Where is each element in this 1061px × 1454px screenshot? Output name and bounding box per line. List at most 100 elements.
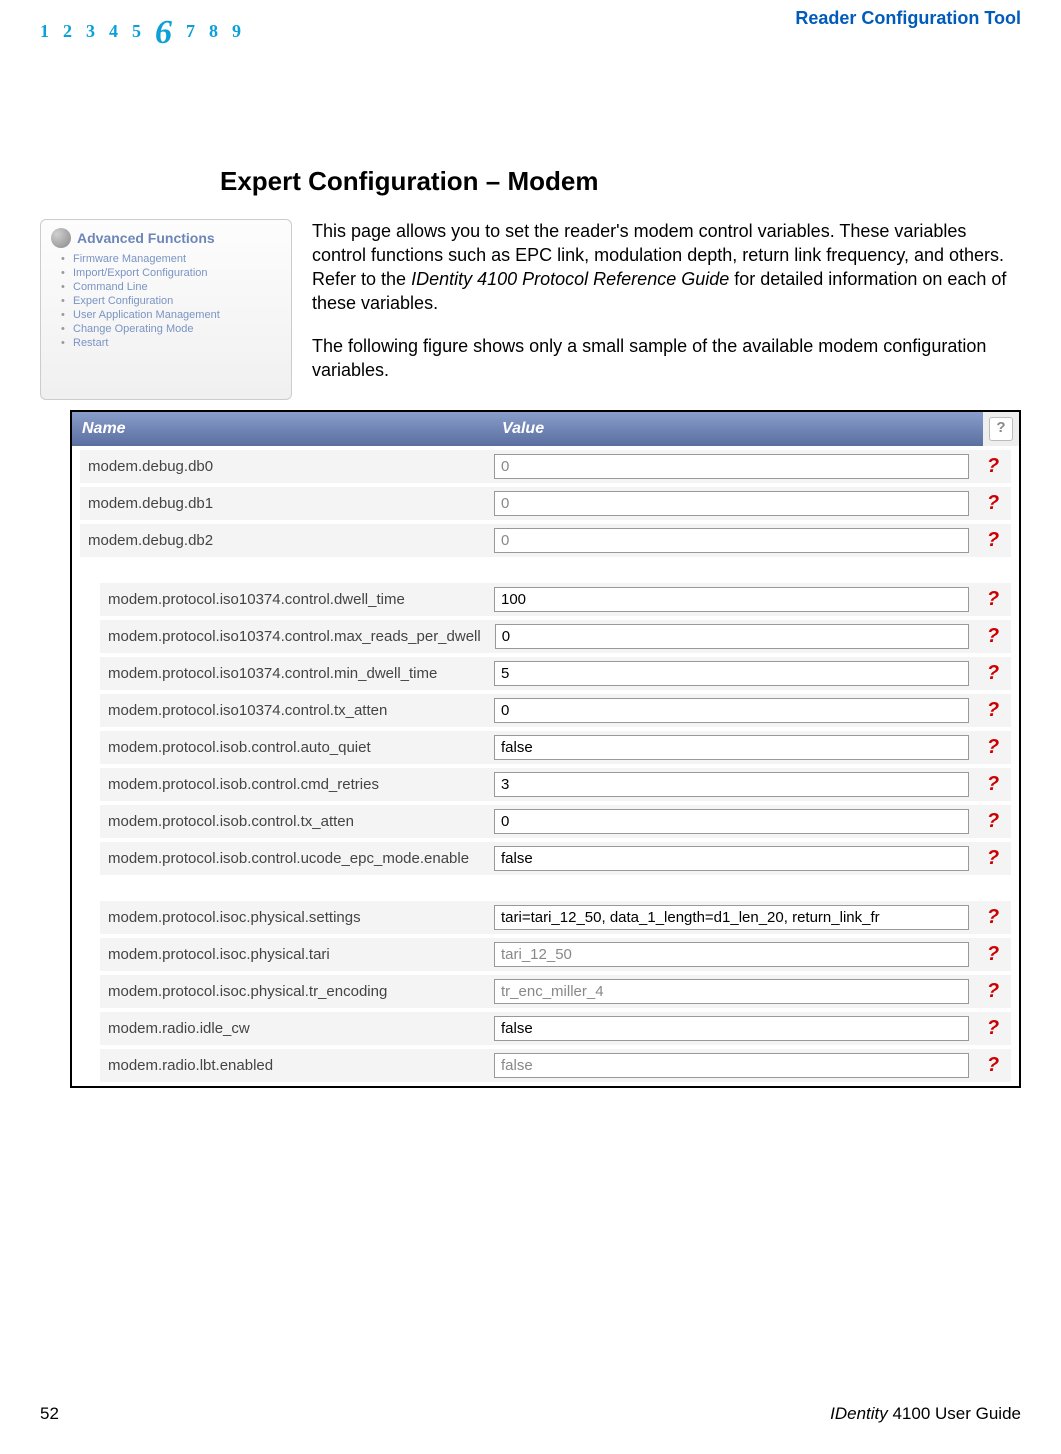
chapter-num-4[interactable]: 4 xyxy=(109,21,118,42)
config-row: modem.radio.idle_cw? xyxy=(100,1012,1011,1045)
help-icon[interactable]: ? xyxy=(987,625,999,648)
config-value-input xyxy=(494,454,969,479)
chapter-num-6[interactable]: 6 xyxy=(155,14,172,52)
config-row: modem.protocol.iso10374.control.min_dwel… xyxy=(100,657,1011,690)
chapter-num-8[interactable]: 8 xyxy=(209,21,218,42)
chapter-num-3[interactable]: 3 xyxy=(86,21,95,42)
config-var-name: modem.radio.idle_cw xyxy=(100,1014,488,1043)
config-var-name: modem.radio.lbt.enabled xyxy=(100,1051,488,1080)
config-row: modem.protocol.iso10374.control.tx_atten… xyxy=(100,694,1011,727)
config-row: modem.protocol.isoc.physical.settings? xyxy=(100,901,1011,934)
help-icon[interactable]: ? xyxy=(987,588,999,611)
config-var-name: modem.protocol.iso10374.control.max_read… xyxy=(100,622,489,651)
config-row: modem.protocol.isoc.physical.tr_encoding… xyxy=(100,975,1011,1008)
gear-icon xyxy=(51,228,71,248)
config-value-input[interactable] xyxy=(494,1016,969,1041)
config-row: modem.protocol.isob.control.cmd_retries? xyxy=(100,768,1011,801)
config-row: modem.protocol.isoc.physical.tari? xyxy=(100,938,1011,971)
sidebar-title: Advanced Functions xyxy=(51,228,281,248)
config-row: modem.radio.lbt.enabled? xyxy=(100,1049,1011,1082)
config-var-name: modem.protocol.isoc.physical.tr_encoding xyxy=(100,977,488,1006)
help-icon[interactable]: ? xyxy=(987,492,999,515)
config-value-input xyxy=(494,491,969,516)
config-value-input[interactable] xyxy=(494,661,969,686)
config-row: modem.protocol.isob.control.auto_quiet? xyxy=(100,731,1011,764)
guide-title-rest: 4100 User Guide xyxy=(888,1404,1021,1423)
config-var-name: modem.debug.db2 xyxy=(80,526,488,555)
config-var-name: modem.protocol.isoc.physical.settings xyxy=(100,903,488,932)
help-column-icon: ? xyxy=(989,417,1013,441)
config-table-header: Name Value ? xyxy=(72,412,1019,446)
reference-guide: IDentity 4100 Protocol Reference Guide xyxy=(411,269,729,289)
help-icon[interactable]: ? xyxy=(987,847,999,870)
help-icon[interactable]: ? xyxy=(987,455,999,478)
config-value-input xyxy=(494,979,969,1004)
help-icon[interactable]: ? xyxy=(987,662,999,685)
config-var-name: modem.protocol.iso10374.control.dwell_ti… xyxy=(100,585,488,614)
advanced-functions-panel: Advanced Functions Firmware ManagementIm… xyxy=(40,219,292,401)
chapter-num-1[interactable]: 1 xyxy=(40,21,49,42)
section-title: Expert Configuration – Modem xyxy=(220,166,1021,197)
config-var-name: modem.protocol.isob.control.ucode_epc_mo… xyxy=(100,844,488,873)
col-help-header: ? xyxy=(983,412,1019,446)
sidebar-item-4[interactable]: User Application Management xyxy=(73,308,281,322)
help-icon[interactable]: ? xyxy=(987,980,999,1003)
config-row: modem.debug.db2? xyxy=(80,524,1011,557)
sidebar-item-5[interactable]: Change Operating Mode xyxy=(73,322,281,336)
config-row: modem.protocol.iso10374.control.dwell_ti… xyxy=(100,583,1011,616)
help-icon[interactable]: ? xyxy=(987,943,999,966)
guide-title: IDentity 4100 User Guide xyxy=(830,1404,1021,1424)
config-value-input[interactable] xyxy=(494,905,969,930)
sidebar-item-6[interactable]: Restart xyxy=(73,336,281,350)
help-icon[interactable]: ? xyxy=(987,699,999,722)
help-icon[interactable]: ? xyxy=(987,1017,999,1040)
config-value-input[interactable] xyxy=(494,846,969,871)
config-value-input[interactable] xyxy=(494,698,969,723)
help-icon[interactable]: ? xyxy=(987,529,999,552)
body-text: This page allows you to set the reader's… xyxy=(312,219,1021,401)
config-value-input xyxy=(494,942,969,967)
config-var-name: modem.protocol.isob.control.cmd_retries xyxy=(100,770,488,799)
config-var-name: modem.protocol.isob.control.tx_atten xyxy=(100,807,488,836)
config-value-input[interactable] xyxy=(494,809,969,834)
config-row: modem.protocol.isob.control.ucode_epc_mo… xyxy=(100,842,1011,875)
config-row: modem.debug.db1? xyxy=(80,487,1011,520)
col-value-header: Value xyxy=(492,412,983,446)
config-var-name: modem.debug.db0 xyxy=(80,452,488,481)
config-value-input[interactable] xyxy=(495,624,969,649)
config-row: modem.protocol.iso10374.control.max_read… xyxy=(100,620,1011,653)
sidebar-item-2[interactable]: Command Line xyxy=(73,280,281,294)
page-number: 52 xyxy=(40,1404,59,1424)
config-value-input xyxy=(494,1053,969,1078)
config-var-name: modem.protocol.isoc.physical.tari xyxy=(100,940,488,969)
config-var-name: modem.protocol.isob.control.auto_quiet xyxy=(100,733,488,762)
chapter-num-7[interactable]: 7 xyxy=(186,21,195,42)
col-name-header: Name xyxy=(72,412,492,446)
config-row: modem.protocol.isob.control.tx_atten? xyxy=(100,805,1011,838)
config-var-name: modem.protocol.iso10374.control.tx_atten xyxy=(100,696,488,725)
config-value-input[interactable] xyxy=(494,772,969,797)
config-value-input[interactable] xyxy=(494,735,969,760)
help-icon[interactable]: ? xyxy=(987,906,999,929)
help-icon[interactable]: ? xyxy=(987,1054,999,1077)
config-table: Name Value ? modem.debug.db0?modem.debug… xyxy=(70,410,1021,1088)
help-icon[interactable]: ? xyxy=(987,736,999,759)
page-header-right: Reader Configuration Tool xyxy=(795,8,1021,29)
help-icon[interactable]: ? xyxy=(987,810,999,833)
para2: The following figure shows only a small … xyxy=(312,334,1021,383)
chapter-num-5[interactable]: 5 xyxy=(132,21,141,42)
config-value-input[interactable] xyxy=(494,587,969,612)
chapter-num-9[interactable]: 9 xyxy=(232,21,241,42)
sidebar-item-0[interactable]: Firmware Management xyxy=(73,252,281,266)
config-var-name: modem.debug.db1 xyxy=(80,489,488,518)
config-row: modem.debug.db0? xyxy=(80,450,1011,483)
guide-title-italic: IDentity xyxy=(830,1404,888,1423)
sidebar-item-1[interactable]: Import/Export Configuration xyxy=(73,266,281,280)
sidebar-item-3[interactable]: Expert Configuration xyxy=(73,294,281,308)
config-value-input xyxy=(494,528,969,553)
help-icon[interactable]: ? xyxy=(987,773,999,796)
chapter-nav: 123456789 xyxy=(40,8,241,46)
sidebar-title-label: Advanced Functions xyxy=(77,230,215,246)
config-var-name: modem.protocol.iso10374.control.min_dwel… xyxy=(100,659,488,688)
chapter-num-2[interactable]: 2 xyxy=(63,21,72,42)
